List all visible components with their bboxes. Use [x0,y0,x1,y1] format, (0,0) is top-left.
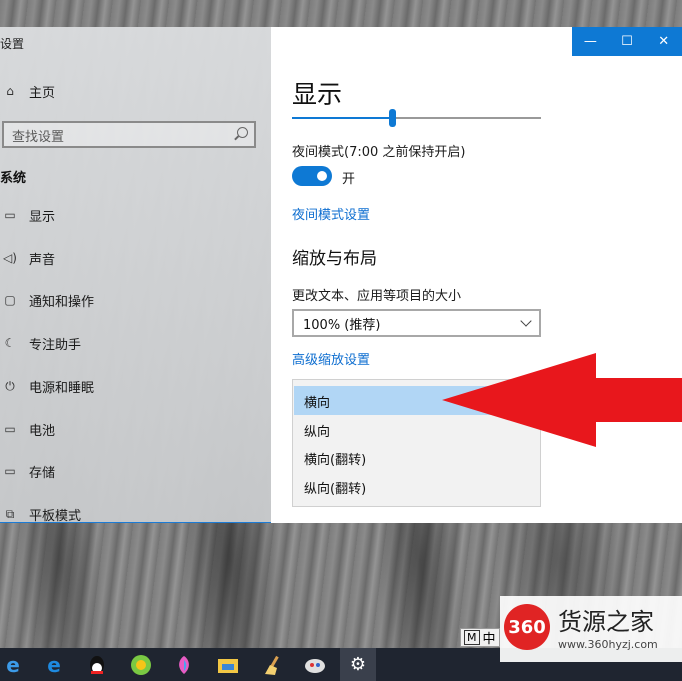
cleaner-icon[interactable] [259,652,285,678]
scale-layout-heading: 缩放与布局 [292,249,377,269]
sidebar-item-label: 存储 [29,465,56,481]
sidebar-item-notifications[interactable]: ▢ 通知和操作 [0,286,271,314]
speaker-icon: ◁) [3,251,17,265]
watermark-url: www.360hyzj.com [558,638,658,651]
search-icon[interactable] [237,127,248,138]
ime-indicator[interactable]: M 中 [460,628,500,647]
monitor-icon: ▭ [4,208,16,222]
sidebar-item-sound[interactable]: ◁) 声音 [0,244,271,272]
tablet-mode-icon: ⧉ [5,506,15,521]
brightness-slider[interactable] [292,109,541,127]
browser-icon[interactable] [128,652,154,678]
settings-window: 设置 ⌂ 主页 查找设置 系统 ▭ 显示 ◁) 声音 ▢ 通知和操作 ☾ 专注助… [0,27,682,523]
sidebar-item-home[interactable]: ⌂ 主页 [0,77,271,105]
maximize-button[interactable]: ☐ [612,34,642,49]
settings-icon[interactable]: ⚙ [340,648,376,681]
advanced-scaling-link[interactable]: 高级缩放设置 [292,349,370,368]
close-button[interactable]: ✕ [649,34,679,49]
sidebar-item-label: 主页 [29,85,56,101]
chevron-down-icon [520,315,532,327]
content-pane: — ☐ ✕ 显示 夜间模式(7:00 之前保持开启) 开 夜间模式设置 缩放与布… [271,27,682,523]
sidebar-item-label: 通知和操作 [29,294,95,310]
sidebar-item-focus-assist[interactable]: ☾ 专注助手 [0,329,271,357]
sidebar-item-label: 平板模式 [29,508,82,524]
storage-icon: ▭ [4,464,16,478]
qq-icon[interactable] [84,652,110,678]
sidebar-item-tablet-mode[interactable]: ⧉ 平板模式 [0,500,271,524]
page-title: 显示 [292,80,343,109]
sidebar-item-battery[interactable]: ▭ 电池 [0,415,271,443]
ie-icon[interactable]: e [41,652,67,678]
game-icon[interactable] [302,652,328,678]
search-input[interactable]: 查找设置 [2,121,256,148]
moon-icon: ☾ [4,336,16,350]
sidebar-item-label: 专注助手 [29,337,82,353]
brightness-slider-fill [292,117,392,119]
paint3d-icon[interactable] [171,652,197,678]
sidebar-item-display[interactable]: ▭ 显示 [0,201,271,229]
search-placeholder: 查找设置 [12,130,65,145]
ime-mode: M [464,630,480,645]
sidebar-item-label: 声音 [29,252,56,268]
orientation-option[interactable]: 横向(翻转) [294,443,541,472]
orientation-option[interactable]: 纵向(翻转) [294,472,541,501]
file-explorer-icon[interactable] [215,652,241,678]
watermark: 360 货源之家 www.360hyzj.com [500,596,682,662]
brightness-slider-thumb[interactable] [388,109,396,127]
sidebar-item-label: 电源和睡眠 [29,380,95,396]
sidebar-item-label: 显示 [29,209,56,225]
sidebar-item-label: 电池 [29,423,56,439]
power-icon: ⏻ [5,378,15,393]
app-title: 设置 [0,37,25,51]
edge-icon[interactable]: e [0,652,26,678]
section-title: 系统 [0,171,27,186]
sidebar: 设置 ⌂ 主页 查找设置 系统 ▭ 显示 ◁) 声音 ▢ 通知和操作 ☾ 专注助… [0,27,271,523]
scale-select[interactable]: 100% (推荐) [292,309,541,337]
watermark-logo: 360 [504,604,550,650]
scale-select-value: 100% (推荐) [303,318,381,333]
home-icon: ⌂ [6,84,14,98]
minimize-button[interactable]: — [575,34,605,49]
notification-icon: ▢ [4,293,16,307]
night-mode-settings-link[interactable]: 夜间模式设置 [292,204,370,223]
night-mode-label: 夜间模式(7:00 之前保持开启) [292,145,466,160]
sidebar-item-storage[interactable]: ▭ 存储 [0,457,271,485]
scale-label: 更改文本、应用等项目的大小 [292,289,462,304]
watermark-name: 货源之家 [558,608,654,636]
red-arrow-annotation [442,353,682,447]
ime-language: 中 [482,632,496,647]
red-arrow-shape [442,353,682,447]
night-mode-toggle[interactable] [292,166,332,186]
night-mode-state: 开 [342,172,356,187]
window-controls: — ☐ ✕ [572,27,682,56]
battery-icon: ▭ [4,422,16,436]
sidebar-item-power[interactable]: ⏻ 电源和睡眠 [0,372,271,400]
